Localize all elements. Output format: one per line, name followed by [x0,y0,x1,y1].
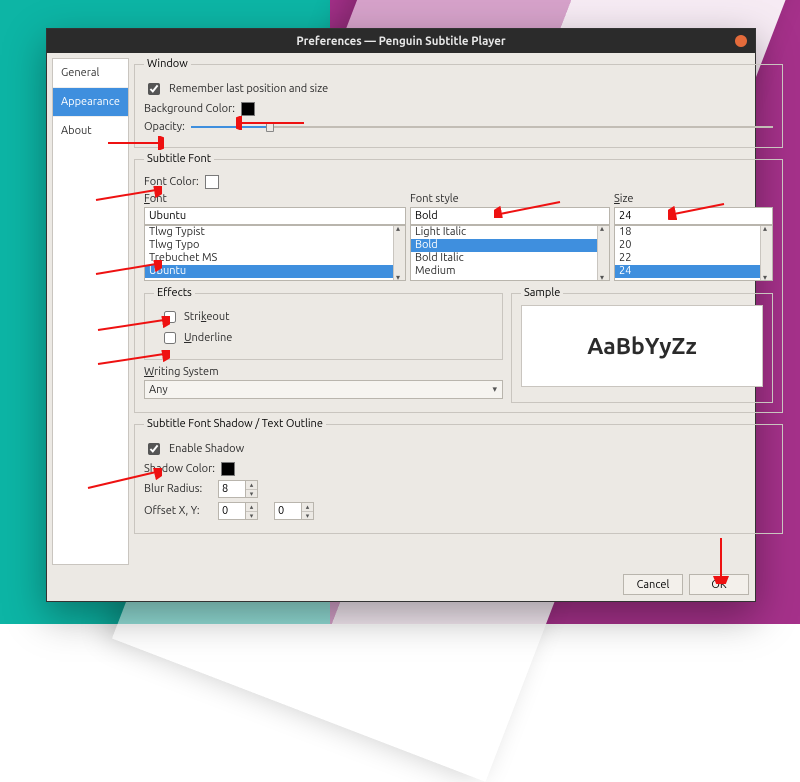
bg-color-swatch[interactable] [241,102,255,116]
spinner-arrows-icon[interactable]: ▴▾ [302,502,314,520]
preferences-window: Preferences — Penguin Subtitle Player Ge… [46,28,756,602]
tabs-sidebar: General Appearance About [52,58,129,565]
sample-text: AaBbYyZz [521,305,763,387]
tab-about[interactable]: About [53,116,128,145]
enable-shadow-checkbox[interactable] [148,443,160,455]
list-item[interactable]: 22 [615,252,772,265]
tab-general[interactable]: General [53,59,128,87]
strikeout-label: Strikeout [184,311,229,323]
offset-x-spin[interactable]: ▴▾ [218,502,258,520]
font-style-input[interactable] [410,207,610,225]
list-item[interactable]: Medium [411,265,609,278]
effects-group: Effects Strikeout Underline [144,287,503,360]
blur-radius-spin[interactable]: ▴▾ [218,480,258,498]
list-item[interactable]: 18 [615,226,772,239]
underline-label: Underline [184,332,232,344]
cancel-button[interactable]: Cancel [623,574,683,595]
spinner-arrows-icon[interactable]: ▴▾ [246,480,258,498]
enable-shadow-label: Enable Shadow [169,443,244,455]
offset-y-input[interactable] [274,502,302,520]
offset-y-spin[interactable]: ▴▾ [274,502,314,520]
shadow-color-swatch[interactable] [221,462,235,476]
list-item[interactable]: Tlwg Typo [145,239,405,252]
subtitle-font-group: Subtitle Font Font Color: Font Tlwg Typi… [134,153,783,413]
offset-x-input[interactable] [218,502,246,520]
sample-group: Sample AaBbYyZz [511,287,773,403]
window-legend: Window [144,58,191,70]
strikeout-checkbox[interactable] [164,311,176,323]
offset-label: Offset X, Y: [144,505,212,517]
list-item[interactable]: 24 [615,265,772,278]
size-input[interactable] [614,207,773,225]
window-group: Window Remember last position and size B… [134,58,783,148]
bg-color-label: Background Color: [144,103,235,115]
writing-system-label: Writing System [144,366,503,378]
shadow-legend: Subtitle Font Shadow / Text Outline [144,418,326,430]
size-list[interactable]: 18 20 22 24 [614,225,773,281]
opacity-label: Opacity: [144,121,185,133]
underline-checkbox[interactable] [164,332,176,344]
scrollbar[interactable] [597,226,609,280]
subtitle-font-legend: Subtitle Font [144,153,214,165]
dialog-footer: Cancel OK [47,570,755,601]
size-header: Size [614,193,773,205]
effects-legend: Effects [154,287,195,299]
list-item[interactable]: Tlwg Typist [145,226,405,239]
opacity-slider[interactable] [191,120,773,134]
sample-legend: Sample [521,287,563,299]
font-style-list[interactable]: Light Italic Bold Bold Italic Medium [410,225,610,281]
list-item[interactable]: Trebuchet MS [145,252,405,265]
list-item[interactable]: Ubuntu [145,265,405,278]
writing-system-combo[interactable]: Any [144,380,503,399]
font-header: Font [144,193,406,205]
list-item[interactable]: Light Italic [411,226,609,239]
scrollbar[interactable] [760,226,772,280]
spinner-arrows-icon[interactable]: ▴▾ [246,502,258,520]
blur-radius-label: Blur Radius: [144,483,212,495]
blur-radius-input[interactable] [218,480,246,498]
font-style-header: Font style [410,193,610,205]
close-icon[interactable] [735,35,747,47]
window-title: Preferences — Penguin Subtitle Player [296,35,505,48]
shadow-group: Subtitle Font Shadow / Text Outline Enab… [134,418,783,534]
list-item[interactable]: Bold [411,239,609,252]
remember-label: Remember last position and size [169,83,328,95]
titlebar: Preferences — Penguin Subtitle Player [47,29,755,53]
list-item[interactable]: 20 [615,239,772,252]
font-input[interactable] [144,207,406,225]
shadow-color-label: Shadow Color: [144,463,215,475]
ok-button[interactable]: OK [689,574,749,595]
font-list[interactable]: Tlwg Typist Tlwg Typo Trebuchet MS Ubunt… [144,225,406,281]
scrollbar[interactable] [393,226,405,280]
list-item[interactable]: Bold Italic [411,252,609,265]
tab-appearance[interactable]: Appearance [53,87,128,116]
font-color-label: Font Color: [144,176,199,188]
remember-checkbox[interactable] [148,83,160,95]
font-color-swatch[interactable] [205,175,219,189]
